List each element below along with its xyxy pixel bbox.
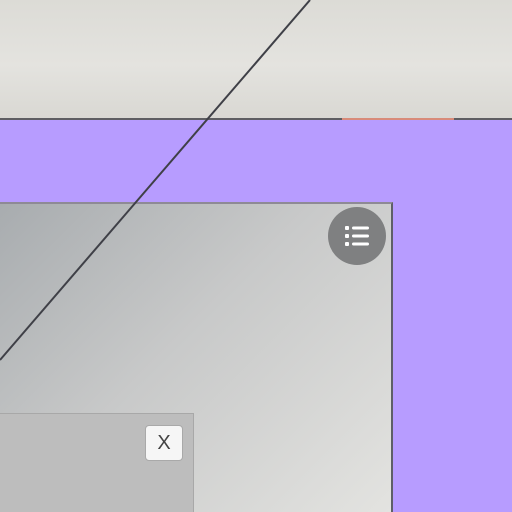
top-panel [0,0,512,120]
close-button[interactable]: X [145,425,183,461]
workspace-canvas: X [0,0,512,512]
menu-button[interactable] [328,207,386,265]
list-icon [345,226,369,246]
